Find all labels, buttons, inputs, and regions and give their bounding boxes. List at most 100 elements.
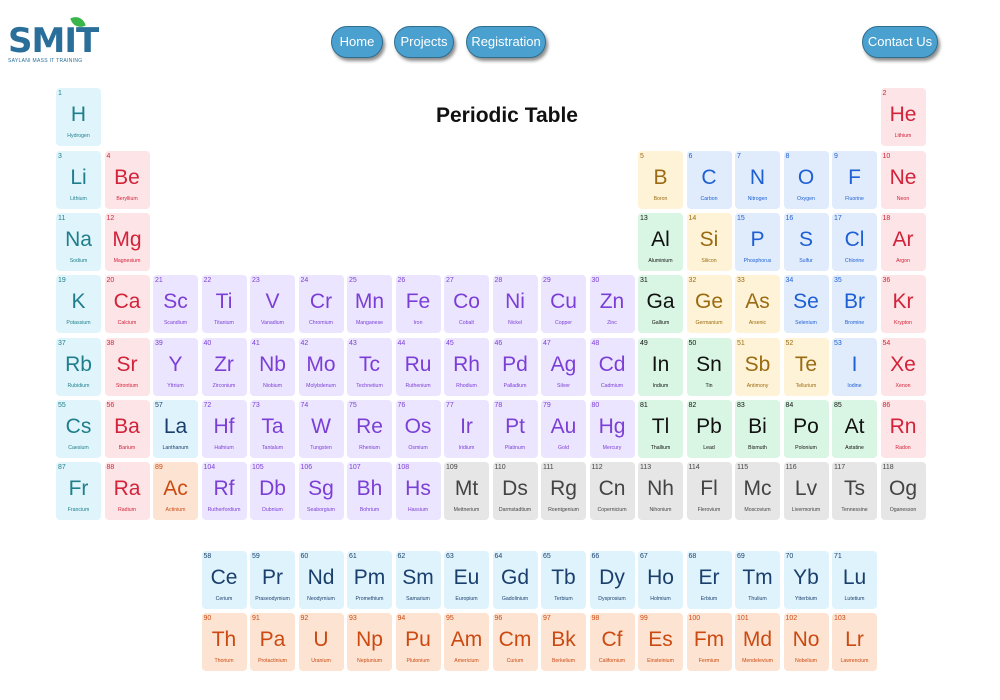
element-ce[interactable]: 58 Ce Cerium xyxy=(201,551,247,609)
element-rf[interactable]: 104 Rf Rutherfordium xyxy=(201,462,247,520)
element-ca[interactable]: 20 Ca Calcium xyxy=(104,275,150,333)
element-er[interactable]: 68 Er Erbium xyxy=(686,551,732,609)
element-fl[interactable]: 114 Fl Flerovium xyxy=(686,462,732,520)
element-ba[interactable]: 56 Ba Barium xyxy=(104,400,150,458)
element-tb[interactable]: 65 Tb Terbium xyxy=(541,551,586,609)
element-cd[interactable]: 48 Cd Cadmium xyxy=(589,338,635,396)
element-sb[interactable]: 51 Sb Antimony xyxy=(735,338,780,396)
element-cf[interactable]: 98 Cf Californium xyxy=(589,613,635,671)
element-zr[interactable]: 40 Zr Zirconium xyxy=(201,338,247,396)
element-pu[interactable]: 94 Pu Plutonium xyxy=(395,613,441,671)
element-nb[interactable]: 41 Nb Niobium xyxy=(250,338,295,396)
element-na[interactable]: 11 Na Sodium xyxy=(56,213,101,271)
element-ts[interactable]: 117 Ts Tennessine xyxy=(832,462,877,520)
element-ru[interactable]: 44 Ru Ruthenium xyxy=(395,338,441,396)
element-sm[interactable]: 62 Sm Samarium xyxy=(395,551,441,609)
element-nh[interactable]: 113 Nh Nihonium xyxy=(638,462,683,520)
element-mt[interactable]: 109 Mt Meitnerium xyxy=(444,462,489,520)
element-al[interactable]: 13 Al Aluminium xyxy=(638,213,683,271)
contact-us-button[interactable]: Contact Us xyxy=(862,26,938,58)
element-br[interactable]: 35 Br Bromine xyxy=(832,275,877,333)
element-rh[interactable]: 45 Rh Rhodium xyxy=(444,338,489,396)
element-la[interactable]: 57 La Lanthanum xyxy=(153,400,198,458)
element-lr[interactable]: 103 Lr Lawrencium xyxy=(832,613,877,671)
element-os[interactable]: 76 Os Osmium xyxy=(395,400,441,458)
element-xe[interactable]: 54 Xe Xenon xyxy=(880,338,926,396)
element-cn[interactable]: 112 Cn Copernicium xyxy=(589,462,635,520)
element-in[interactable]: 49 In Indium xyxy=(638,338,683,396)
element-hg[interactable]: 80 Hg Mercury xyxy=(589,400,635,458)
element-ni[interactable]: 28 Ni Nickel xyxy=(492,275,538,333)
element-ar[interactable]: 18 Ar Argon xyxy=(880,213,926,271)
element-h[interactable]: 1 H Hydrogen xyxy=(56,88,101,146)
element-i[interactable]: 53 I Iodine xyxy=(832,338,877,396)
element-es[interactable]: 99 Es Einsteinium xyxy=(638,613,683,671)
element-ge[interactable]: 32 Ge Germanium xyxy=(686,275,732,333)
element-si[interactable]: 14 Si Silicon xyxy=(686,213,732,271)
element-pr[interactable]: 59 Pr Praseodymium xyxy=(250,551,295,609)
home-button[interactable]: Home xyxy=(331,26,383,58)
element-tl[interactable]: 81 Tl Thallium xyxy=(638,400,683,458)
element-te[interactable]: 52 Te Tellurium xyxy=(783,338,829,396)
element-rb[interactable]: 37 Rb Rubidium xyxy=(56,338,101,396)
element-fr[interactable]: 87 Fr Francium xyxy=(56,462,101,520)
element-f[interactable]: 9 F Fluorine xyxy=(832,151,877,209)
element-md[interactable]: 101 Md Mendelevium xyxy=(735,613,780,671)
element-pb[interactable]: 82 Pb Lead xyxy=(686,400,732,458)
element-ra[interactable]: 88 Ra Radium xyxy=(104,462,150,520)
element-ga[interactable]: 31 Ga Gallium xyxy=(638,275,683,333)
element-be[interactable]: 4 Be Beryllium xyxy=(104,151,150,209)
element-cs[interactable]: 55 Cs Caesium xyxy=(56,400,101,458)
element-s[interactable]: 16 S Sulfur xyxy=(783,213,829,271)
element-hs[interactable]: 108 Hs Hassium xyxy=(395,462,441,520)
element-eu[interactable]: 63 Eu Europium xyxy=(444,551,489,609)
element-cu[interactable]: 29 Cu Copper xyxy=(541,275,586,333)
element-og[interactable]: 118 Og Oganesson xyxy=(880,462,926,520)
element-ir[interactable]: 77 Ir Iridium xyxy=(444,400,489,458)
element-cr[interactable]: 24 Cr Chromium xyxy=(298,275,344,333)
element-au[interactable]: 79 Au Gold xyxy=(541,400,586,458)
element-mc[interactable]: 115 Mc Moscovium xyxy=(735,462,780,520)
element-w[interactable]: 74 W Tungsten xyxy=(298,400,344,458)
element-gd[interactable]: 64 Gd Gadolinium xyxy=(492,551,538,609)
element-am[interactable]: 95 Am Americium xyxy=(444,613,489,671)
element-pd[interactable]: 46 Pd Palladium xyxy=(492,338,538,396)
element-re[interactable]: 75 Re Rhenium xyxy=(347,400,392,458)
element-co[interactable]: 27 Co Cobalt xyxy=(444,275,489,333)
element-hf[interactable]: 72 Hf Hafnium xyxy=(201,400,247,458)
element-bk[interactable]: 97 Bk Berkelium xyxy=(541,613,586,671)
element-mo[interactable]: 42 Mo Molybdenum xyxy=(298,338,344,396)
element-sg[interactable]: 106 Sg Seaborgium xyxy=(298,462,344,520)
element-li[interactable]: 3 Li Lithium xyxy=(56,151,101,209)
element-dy[interactable]: 66 Dy Dysprosium xyxy=(589,551,635,609)
element-mg[interactable]: 12 Mg Magnesium xyxy=(104,213,150,271)
element-o[interactable]: 8 O Oxygen xyxy=(783,151,829,209)
element-p[interactable]: 15 P Phosphorus xyxy=(735,213,780,271)
element-rn[interactable]: 86 Rn Radon xyxy=(880,400,926,458)
element-no[interactable]: 102 No Nobelium xyxy=(783,613,829,671)
element-y[interactable]: 39 Y Yttrium xyxy=(153,338,198,396)
element-nd[interactable]: 60 Nd Neodymium xyxy=(298,551,344,609)
element-cm[interactable]: 96 Cm Curium xyxy=(492,613,538,671)
element-db[interactable]: 105 Db Dubnium xyxy=(250,462,295,520)
element-b[interactable]: 5 B Boron xyxy=(638,151,683,209)
element-tc[interactable]: 43 Tc Technetium xyxy=(347,338,392,396)
element-ac[interactable]: 89 Ac Actinium xyxy=(153,462,198,520)
element-ag[interactable]: 47 Ag Silver xyxy=(541,338,586,396)
element-yb[interactable]: 70 Yb Ytterbium xyxy=(783,551,829,609)
element-cl[interactable]: 17 Cl Chlorine xyxy=(832,213,877,271)
element-bh[interactable]: 107 Bh Bohrium xyxy=(347,462,392,520)
element-n[interactable]: 7 N Nitrogen xyxy=(735,151,780,209)
element-lu[interactable]: 71 Lu Lutetium xyxy=(832,551,877,609)
element-u[interactable]: 92 U Uranium xyxy=(298,613,344,671)
element-ds[interactable]: 110 Ds Darmstadtium xyxy=(492,462,538,520)
element-fe[interactable]: 26 Fe Iron xyxy=(395,275,441,333)
element-ta[interactable]: 73 Ta Tantalum xyxy=(250,400,295,458)
element-bi[interactable]: 83 Bi Bismuth xyxy=(735,400,780,458)
projects-button[interactable]: Projects xyxy=(394,26,454,58)
element-pa[interactable]: 91 Pa Protactinium xyxy=(250,613,295,671)
element-th[interactable]: 90 Th Thorium xyxy=(201,613,247,671)
element-ho[interactable]: 67 Ho Holmium xyxy=(638,551,683,609)
element-k[interactable]: 19 K Potassium xyxy=(56,275,101,333)
element-sn[interactable]: 50 Sn Tin xyxy=(686,338,732,396)
